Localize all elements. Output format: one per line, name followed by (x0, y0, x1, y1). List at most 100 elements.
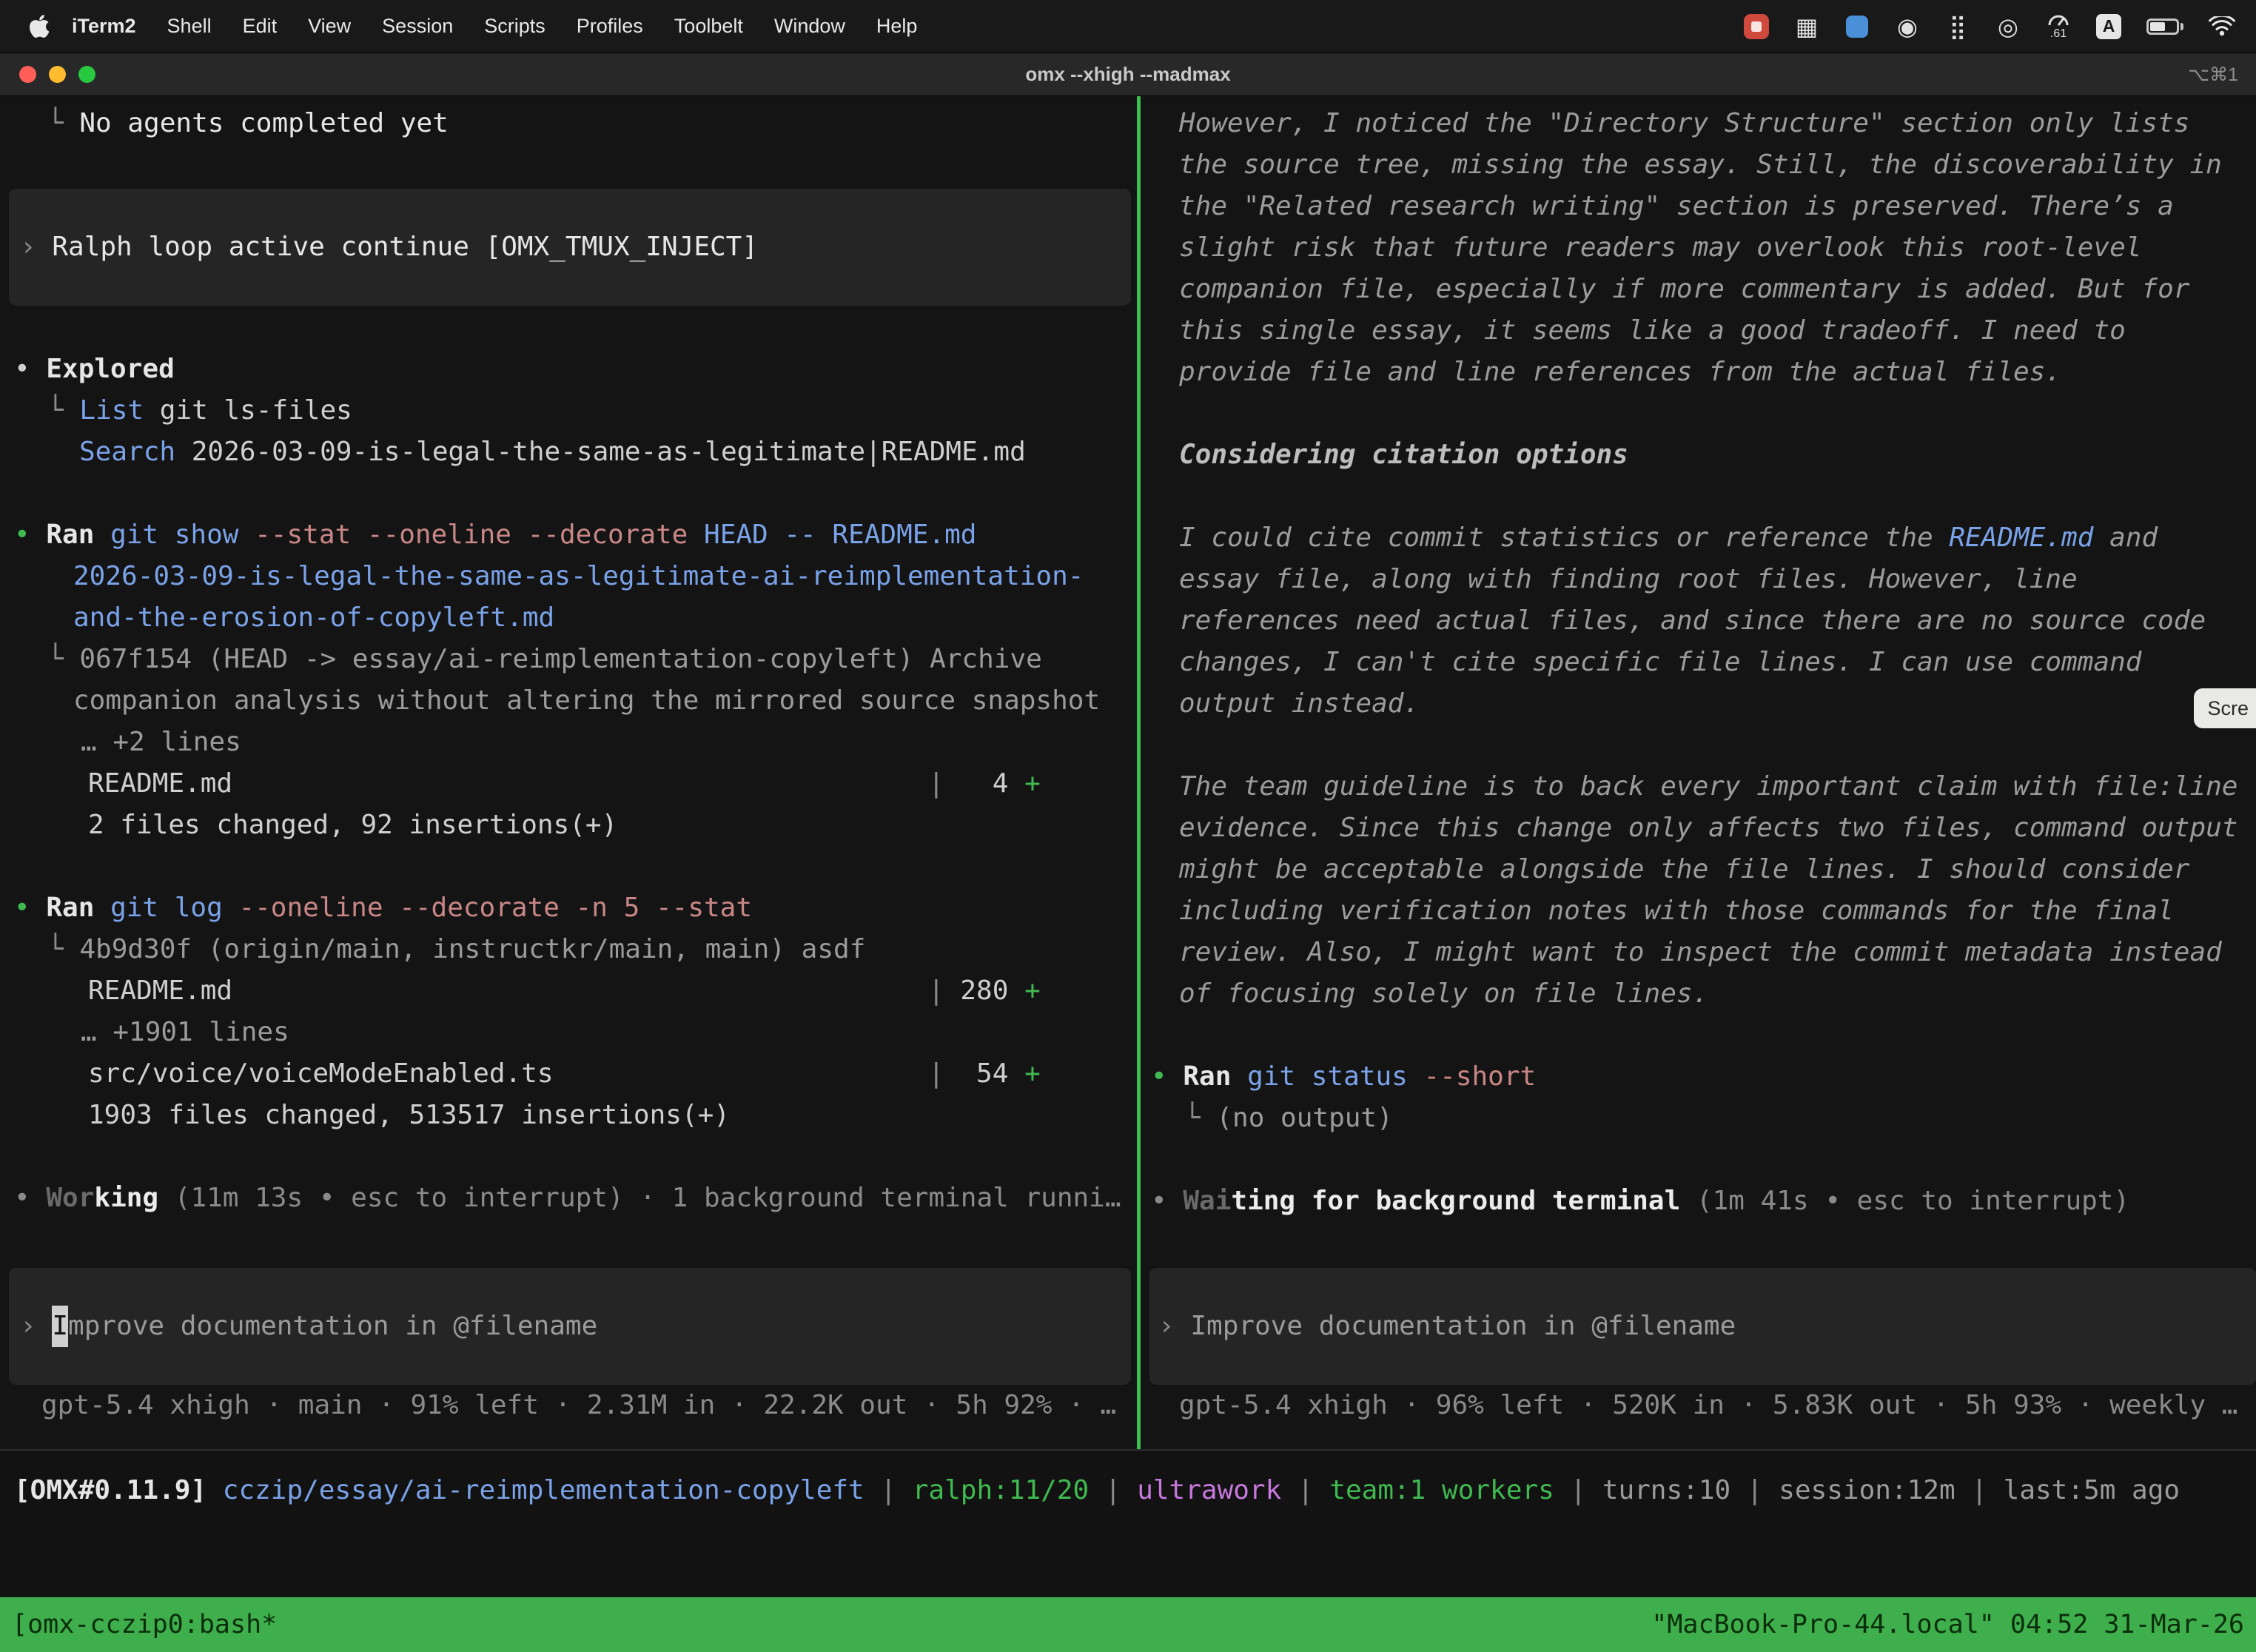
close-button[interactable] (19, 66, 36, 83)
pane-right[interactable]: However, I noticed the "Directory Struct… (1141, 96, 2256, 1449)
reasoning-line: provide file and line references from th… (1151, 352, 2256, 393)
menu-bar: iTerm2 Shell Edit View Session Scripts P… (0, 0, 2256, 53)
screen-share-overlay-tab[interactable]: Scre (2194, 688, 2256, 728)
command-wrap-line: and-the-erosion-of-copyleft.md (14, 597, 1137, 639)
injected-prompt-banner[interactable]: › Ralph loop active continue [OMX_TMUX_I… (9, 189, 1131, 306)
zoom-button[interactable] (78, 66, 95, 83)
bullet-glyph: • (1151, 1186, 1183, 1216)
output-truncated-line: … +2 lines (14, 722, 1137, 763)
blue-app-icon[interactable] (1844, 10, 1870, 43)
separator: | (1730, 1475, 1779, 1505)
waiting-detail: (1m 41s • esc to interrupt) (1680, 1186, 2129, 1216)
explored-search-line: Search 2026-03-09-is-legal-the-same-as-l… (14, 432, 1137, 473)
separator: | (1281, 1475, 1329, 1505)
menu-item-window[interactable]: Window (759, 15, 861, 38)
waiting-label: ting for background terminal (1231, 1186, 1680, 1216)
apple-menu-icon[interactable] (30, 15, 49, 38)
working-shimmer: Wor (46, 1183, 94, 1213)
stat-plus: + (1024, 976, 1041, 1006)
command-wrap-line: 2026-03-09-is-legal-the-same-as-legitima… (14, 556, 1137, 597)
waiting-shimmer: Wai (1183, 1186, 1231, 1216)
spacer (14, 1219, 1137, 1268)
command-file: 2026-03-09-is-legal-the-same-as-legitima… (73, 561, 1084, 591)
menu-item-iterm2[interactable]: iTerm2 (56, 15, 152, 38)
stat-columns: | 280 + (928, 970, 1041, 1012)
separator: | (1955, 1475, 2004, 1505)
spacer (1151, 1139, 2256, 1181)
reasoning-line: the "Related research writing" section i… (1151, 186, 2256, 227)
minimize-button[interactable] (49, 66, 66, 83)
prompt-input[interactable]: › Improve documentation in @filename (1149, 1268, 2256, 1385)
window-title-bar[interactable]: omx --xhigh --madmax ⌥⌘1 (0, 53, 2256, 96)
separator: | (865, 1475, 913, 1505)
menu-item-scripts[interactable]: Scripts (469, 15, 561, 38)
stat-count: 4 (944, 768, 1024, 799)
command-line-git-status: • Ran git status --short (1151, 1056, 2256, 1098)
apps-grid-icon[interactable]: ⣿ (1945, 10, 1970, 43)
bullet-glyph: • (14, 354, 46, 384)
session-status-line: gpt-5.4 xhigh · 96% left · 520K in · 5.8… (1151, 1385, 2256, 1426)
explored-list-line: └ List git ls-files (14, 390, 1137, 432)
menu-item-help[interactable]: Help (861, 15, 933, 38)
ran-label: Ran (46, 520, 110, 550)
reasoning-text: review. Also, I might want to inspect th… (1179, 937, 2222, 967)
reasoning-line: references need actual files, and since … (1151, 600, 2256, 642)
bullet-glyph: • (14, 520, 46, 550)
tmux-session-window[interactable]: [omx-cczip0:bash* (12, 1610, 277, 1639)
tool-verb: List (79, 395, 144, 426)
readme-link[interactable]: README.md (1949, 523, 2093, 553)
spacer (1151, 1015, 2256, 1056)
menu-item-view[interactable]: View (292, 15, 366, 38)
screen-share-overlay-label: Scre (2207, 697, 2249, 720)
working-detail: (11m 13s • esc to interrupt) · 1 backgro… (158, 1183, 1121, 1213)
reasoning-line: companion file, especially if more comme… (1151, 269, 2256, 310)
reasoning-line: review. Also, I might want to inspect th… (1151, 932, 2256, 973)
command-line-git-show: • Ran git show --stat --oneline --decora… (14, 514, 1137, 556)
battery-icon[interactable] (2146, 10, 2183, 43)
menu-item-edit[interactable]: Edit (227, 15, 293, 38)
reasoning-text: the "Related research writing" section i… (1179, 191, 2174, 221)
stat-count: 280 (944, 976, 1024, 1006)
window-shortcut-badge: ⌥⌘1 (2188, 64, 2238, 86)
bullet-glyph: • (14, 1183, 46, 1213)
omx-ralph-counter: ralph:11/20 (913, 1475, 1089, 1505)
menu-item-session[interactable]: Session (366, 15, 469, 38)
agents-status-text: No agents completed yet (79, 108, 449, 138)
screen-recording-indicator-icon[interactable] (1744, 10, 1769, 43)
omx-session-time: session:12m (1779, 1475, 1955, 1505)
working-status-line: • Working (11m 13s • esc to interrupt) ·… (14, 1178, 1137, 1219)
command-file: README.md (832, 520, 976, 550)
command-output-line: └ 067f154 (HEAD -> essay/ai-reimplementa… (14, 639, 1137, 680)
reasoning-line: However, I noticed the "Directory Struct… (1151, 103, 2256, 144)
wifi-icon[interactable] (2209, 10, 2235, 43)
cpu-gauge-icon[interactable]: .61 (2046, 10, 2071, 43)
menu-item-shell[interactable]: Shell (152, 15, 227, 38)
reasoning-text: I could cite commit statistics or refere… (1179, 523, 1949, 553)
reasoning-heading: Considering citation options (1179, 440, 1628, 470)
session-status-text: gpt-5.4 xhigh · 96% left · 520K in · 5.8… (1179, 1390, 2237, 1420)
pane-left[interactable]: └ No agents completed yet › Ralph loop a… (0, 96, 1137, 1449)
session-status-line: gpt-5.4 xhigh · main · 91% left · 2.31M … (14, 1385, 1137, 1426)
tree-branch-glyph: └ (47, 395, 79, 426)
diff-stat-line: src/voice/voiceModeEnabled.ts| 54 + (14, 1053, 1137, 1095)
circle-app-icon[interactable]: ◉ (1895, 10, 1920, 43)
reasoning-line: of focusing solely on file lines. (1151, 973, 2256, 1015)
command-output-text: (no output) (1216, 1103, 1392, 1133)
spacer (14, 846, 1137, 887)
reasoning-line: including verification notes with those … (1151, 890, 2256, 932)
reasoning-line: essay file, along with finding root file… (1151, 559, 2256, 600)
omx-team: team:1 workers (1329, 1475, 1554, 1505)
input-source-icon[interactable]: A (2096, 10, 2121, 43)
input-prompt-glyph: › (1158, 1306, 1190, 1347)
tree-branch-glyph: └ (47, 644, 79, 674)
password-manager-icon[interactable]: ◎ (1995, 10, 2021, 43)
prompt-input[interactable]: › Improve documentation in @filename (9, 1268, 1131, 1385)
menu-item-toolbelt[interactable]: Toolbelt (659, 15, 759, 38)
command-output-line: companion analysis without altering the … (14, 680, 1137, 722)
menu-item-profiles[interactable]: Profiles (561, 15, 659, 38)
reasoning-line: might be acceptable alongside the file l… (1151, 849, 2256, 890)
waiting-status-line: • Waiting for background terminal (1m 41… (1151, 1181, 2256, 1222)
window-grid-icon[interactable]: ▦ (1794, 10, 1819, 43)
spacer (14, 473, 1137, 514)
diff-stat-line: README.md| 280 + (14, 970, 1137, 1012)
